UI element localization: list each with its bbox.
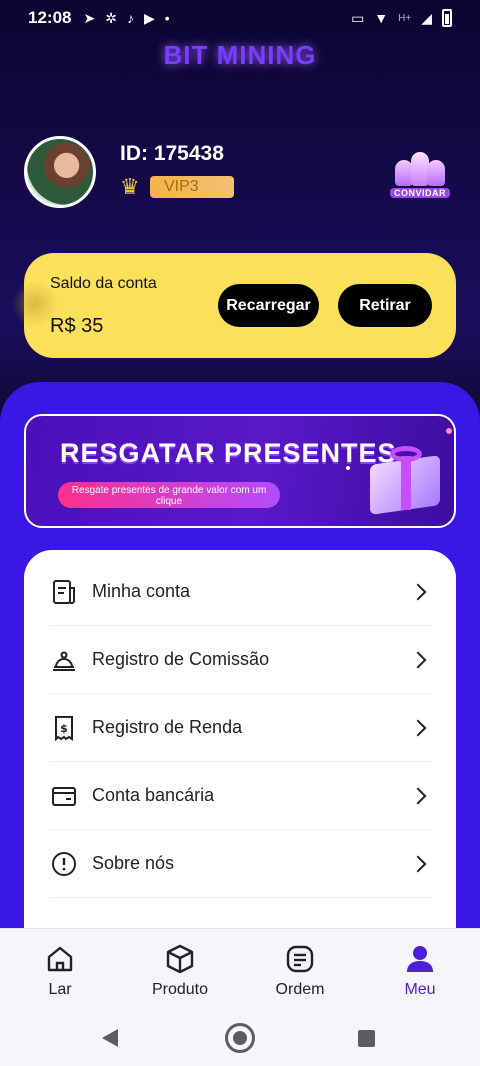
youtube-icon: ▶ [143, 9, 155, 26]
cast-icon: ▭ [351, 9, 365, 26]
menu-item-minha-conta[interactable]: Minha conta [50, 558, 432, 626]
wifi-icon: ▼ [374, 10, 389, 26]
signal-icon: ◢ [421, 9, 432, 26]
avatar[interactable] [24, 136, 96, 208]
promo-banner[interactable]: RESGATAR PRESENTES Resgate presentes de … [24, 414, 456, 528]
balance-amount: R$ 35 [50, 315, 104, 337]
balance-label: Saldo da conta [50, 275, 157, 292]
battery-icon [442, 9, 452, 27]
svg-text:$: $ [60, 722, 68, 735]
recharge-button[interactable]: Recarregar [218, 284, 319, 327]
menu-item-label: Registro de Comissão [92, 649, 270, 669]
menu-item-label: Conta bancária [92, 785, 215, 805]
vip-badge: VIP3 [150, 176, 234, 198]
commission-icon [50, 646, 78, 674]
menu-item-label: Sobre nós [92, 853, 175, 873]
app-title: BIT MINING [163, 40, 317, 70]
network-type: H+ [398, 12, 412, 24]
sparkle-icon [446, 428, 452, 434]
nav-home[interactable]: Lar [20, 943, 100, 999]
nav-label: Lar [48, 981, 72, 998]
tiktok-icon: ♪ [126, 10, 134, 26]
notification-icons: ➤ ✲ ♪ ▶ • [83, 10, 169, 27]
system-nav-bar [0, 1010, 480, 1066]
chevron-right-icon [409, 583, 427, 600]
home-button-icon[interactable] [225, 1023, 255, 1053]
nav-order[interactable]: Ordem [260, 943, 340, 999]
income-receipt-icon: $ [50, 714, 78, 742]
user-id: ID: 175438 [120, 142, 224, 165]
invite-label: CONVIDAR [390, 188, 451, 198]
system-icons: ▭ ▼ H+ ◢ [351, 9, 452, 27]
chevron-right-icon [409, 787, 427, 804]
notification-icon: ✲ [105, 9, 117, 26]
crown-icon: ♛ [120, 174, 140, 199]
menu-card: Minha conta Registro de Comissão $ Regis… [24, 550, 456, 950]
status-time: 12:08 [28, 8, 72, 27]
invite-button[interactable]: CONVIDAR [390, 140, 451, 198]
chevron-right-icon [409, 719, 427, 736]
menu-item-registro-renda[interactable]: $ Registro de Renda [50, 694, 432, 762]
home-icon [47, 946, 73, 972]
menu-item-label: Minha conta [92, 581, 191, 601]
bank-card-icon [50, 782, 78, 810]
order-icon [286, 945, 314, 973]
promo-title: RESGATAR PRESENTES [60, 438, 397, 468]
status-bar: 12:08 ➤ ✲ ♪ ▶ • ▭ ▼ H+ ◢ [0, 0, 480, 36]
menu-item-conta-bancaria[interactable]: Conta bancária [50, 762, 432, 830]
cube-icon [166, 944, 194, 974]
user-icon [407, 946, 433, 972]
recent-apps-icon[interactable] [358, 1030, 375, 1047]
bottom-nav: Lar Produto Ordem Meu [0, 928, 480, 1010]
withdraw-button[interactable]: Retirar [338, 284, 432, 327]
gift-box-icon [370, 446, 440, 515]
menu-item-sobre-nos[interactable]: Sobre nós [50, 830, 432, 898]
nav-label: Meu [404, 981, 436, 998]
balance-card: Saldo da conta R$ 35 Recarregar Retirar [12, 253, 456, 358]
nav-label: Produto [151, 981, 209, 998]
nav-profile[interactable]: Meu [380, 943, 460, 999]
group-icon [395, 148, 445, 186]
menu-item-registro-comissao[interactable]: Registro de Comissão [50, 626, 432, 694]
promo-subtitle: Resgate presentes de grande valor com um… [58, 482, 280, 508]
dot-icon: • [164, 10, 170, 26]
sparkle-icon [346, 466, 350, 470]
nav-product[interactable]: Produto [140, 943, 220, 999]
account-statement-icon [50, 578, 78, 606]
chevron-right-icon [409, 855, 427, 872]
chevron-right-icon [409, 651, 427, 668]
info-icon [50, 850, 78, 878]
nav-label: Ordem [275, 981, 325, 998]
menu-item-label: Registro de Renda [92, 717, 243, 737]
telegram-icon: ➤ [83, 9, 96, 26]
back-icon[interactable] [102, 1029, 118, 1047]
